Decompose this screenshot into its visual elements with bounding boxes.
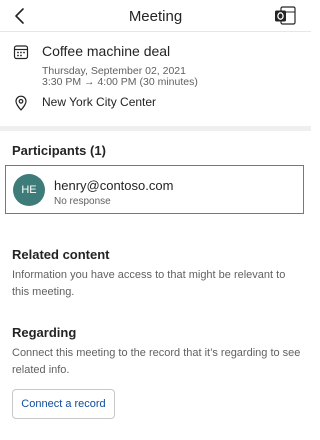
event-title: Coffee machine deal (42, 43, 171, 59)
connect-record-button[interactable]: Connect a record (12, 389, 115, 419)
event-start-time: 3:30 PM (42, 76, 82, 88)
regarding-heading: Regarding (12, 325, 77, 340)
header-divider (0, 31, 311, 32)
calendar-icon (13, 45, 29, 60)
location-pin-icon (15, 95, 27, 111)
event-location: New York City Center (42, 95, 157, 109)
event-end-time: 4:00 PM (97, 76, 137, 88)
event-time: 3:30 PM → 4:00 PM (30 minutes) (42, 76, 198, 88)
page-title: Meeting (128, 8, 183, 25)
outlook-icon[interactable] (274, 6, 296, 26)
participant-row[interactable]: HE henry@contoso.com No response (5, 165, 304, 214)
participant-status: No response (54, 196, 111, 207)
related-content-description: Information you have access to that migh… (12, 269, 286, 298)
avatar: HE (13, 174, 45, 206)
regarding-description: Connect this meeting to the record that … (12, 347, 301, 376)
app-header: Meeting (0, 0, 311, 32)
related-content-heading: Related content (12, 247, 110, 262)
section-divider (0, 126, 311, 131)
arrow-right-icon: → (84, 76, 95, 88)
participants-heading: Participants (1) (12, 143, 106, 158)
participant-email: henry@contoso.com (54, 178, 174, 193)
event-duration: (30 minutes) (139, 76, 198, 88)
